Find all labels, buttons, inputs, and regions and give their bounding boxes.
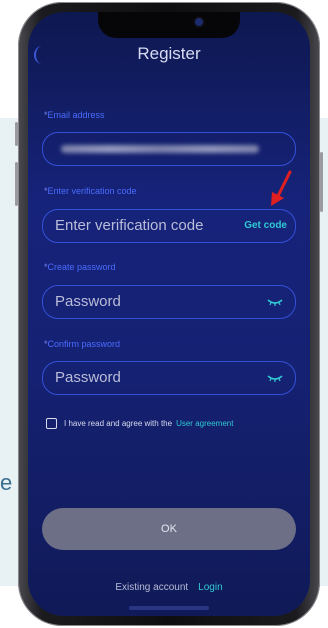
- confirm-password-placeholder: Password: [55, 369, 121, 386]
- camera-icon: [195, 18, 203, 26]
- verification-code-placeholder: Enter verification code: [55, 217, 204, 234]
- backdrop-text-fragment: e: [0, 470, 13, 495]
- phone-notch: [98, 12, 240, 38]
- eye-closed-icon[interactable]: [267, 298, 283, 306]
- page-title: Register: [137, 44, 201, 63]
- email-field[interactable]: [42, 132, 296, 166]
- phone-side-button: [15, 162, 18, 206]
- agreement-text: I have read and agree with the: [64, 418, 173, 428]
- phone-frame: Register *Email address *Enter verificat…: [15, 2, 323, 626]
- user-agreement-link[interactable]: User agreement: [176, 419, 233, 428]
- email-label: *Email address: [44, 110, 105, 120]
- confirm-password-field[interactable]: Password: [42, 361, 296, 395]
- login-link[interactable]: Login: [198, 582, 222, 593]
- red-arrow-icon: [271, 170, 292, 206]
- agreement-checkbox[interactable]: [46, 417, 57, 429]
- ok-button[interactable]: OK: [42, 508, 296, 550]
- eye-closed-icon[interactable]: [267, 374, 283, 382]
- app-screen: Register *Email address *Enter verificat…: [28, 12, 310, 616]
- phone-side-button: [320, 152, 323, 212]
- email-value-blurred: [61, 145, 259, 153]
- footer: Existing account Login: [28, 582, 310, 593]
- create-password-label: *Create password: [44, 262, 116, 272]
- confirm-password-label: *Confirm password: [44, 339, 121, 349]
- password-field[interactable]: Password: [42, 285, 296, 319]
- agreement-row: I have read and agree with the User agre…: [46, 416, 233, 430]
- phone-side-button: [15, 122, 18, 146]
- password-placeholder: Password: [55, 293, 121, 310]
- verification-label: *Enter verification code: [44, 186, 137, 196]
- existing-account-text: Existing account: [115, 582, 189, 593]
- verification-code-field[interactable]: Enter verification code Get code: [42, 209, 296, 243]
- home-indicator: [129, 606, 209, 610]
- get-code-button[interactable]: Get code: [244, 220, 287, 231]
